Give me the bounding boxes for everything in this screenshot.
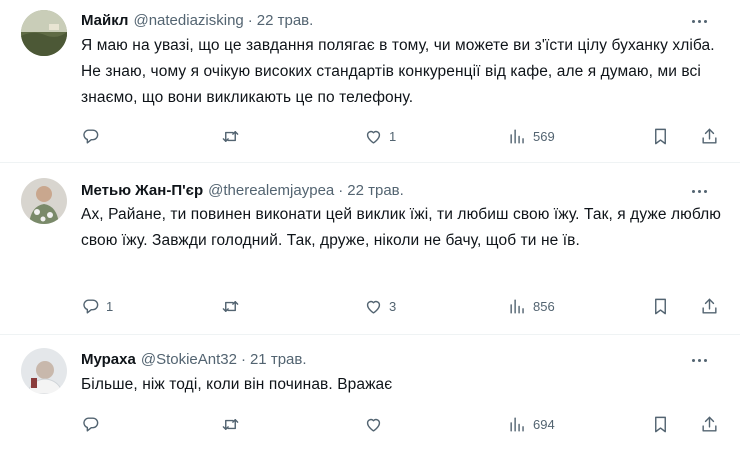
bookmark-icon <box>655 128 666 144</box>
reply-count: 1 <box>106 298 114 314</box>
view-count: 569 <box>533 128 555 144</box>
timestamp[interactable]: 21 трав. <box>250 350 307 370</box>
share-button[interactable] <box>700 295 719 317</box>
heart-icon <box>366 300 381 314</box>
tweet[interactable]: Майкл @natediazisking · 22 трав. Я маю н… <box>0 0 740 163</box>
avatar[interactable] <box>21 10 67 56</box>
like-count: 3 <box>389 298 397 314</box>
tweet-actions: 1 569 <box>81 125 721 147</box>
views-icon <box>510 298 524 314</box>
like-button[interactable]: 3 <box>364 295 396 317</box>
like-button[interactable] <box>364 413 389 435</box>
retweet-icon <box>222 300 239 312</box>
share-icon <box>702 128 717 144</box>
retweet-icon <box>222 130 239 142</box>
retweet-icon <box>222 418 239 430</box>
reply-icon <box>83 128 99 144</box>
like-count: 1 <box>389 128 397 144</box>
avatar[interactable] <box>21 178 67 224</box>
separator-dot: · <box>240 351 246 368</box>
bookmark-icon <box>655 416 666 432</box>
tweet-text: Ах, Райане, ти повинен виконати цей викл… <box>81 206 721 249</box>
reply-button[interactable] <box>81 125 106 147</box>
author-name[interactable]: Мураха <box>81 350 136 370</box>
tweet-text: Більше, ніж тоді, коли він починав. Враж… <box>81 376 393 393</box>
timestamp[interactable]: 22 трав. <box>257 11 314 31</box>
separator-dot: · <box>247 12 253 29</box>
more-icon[interactable] <box>688 181 710 201</box>
more-icon[interactable] <box>688 11 710 31</box>
reply-button[interactable] <box>81 413 106 435</box>
bookmark-button[interactable] <box>651 413 670 435</box>
view-count: 694 <box>533 416 555 432</box>
retweet-button[interactable] <box>221 295 246 317</box>
heart-icon <box>366 418 381 432</box>
views-button[interactable]: 694 <box>508 413 555 435</box>
like-button[interactable]: 1 <box>364 125 396 147</box>
share-button[interactable] <box>700 413 719 435</box>
share-icon <box>702 298 717 314</box>
share-button[interactable] <box>700 125 719 147</box>
bookmark-icon <box>655 298 666 314</box>
tweet-text: Я маю на увазі, що це завдання полягає в… <box>81 37 715 106</box>
author-name[interactable]: Майкл <box>81 11 128 31</box>
bookmark-button[interactable] <box>651 295 670 317</box>
author-handle[interactable]: @StokieAnt32 <box>141 350 237 370</box>
heart-icon <box>366 130 381 144</box>
author-handle[interactable]: @therealemjaypea <box>208 181 334 201</box>
bookmark-button[interactable] <box>651 125 670 147</box>
more-icon[interactable] <box>688 350 710 370</box>
tweet-actions: 1 3 856 <box>81 295 721 317</box>
avatar[interactable] <box>21 348 67 394</box>
share-icon <box>702 416 717 432</box>
author-name[interactable]: Метью Жан-П'єр <box>81 181 203 201</box>
views-icon <box>510 416 524 432</box>
tweet-actions: 694 <box>81 413 721 435</box>
views-icon <box>510 128 524 144</box>
tweet[interactable]: Мураха @StokieAnt32 · 21 трав. Більше, н… <box>0 336 740 449</box>
retweet-button[interactable] <box>221 413 246 435</box>
reply-icon <box>83 298 99 314</box>
view-count: 856 <box>533 298 555 314</box>
author-handle[interactable]: @natediazisking <box>133 11 243 31</box>
timestamp[interactable]: 22 трав. <box>347 181 404 201</box>
reply-icon <box>83 416 99 432</box>
separator-dot: · <box>338 182 344 199</box>
retweet-button[interactable] <box>221 125 246 147</box>
views-button[interactable]: 856 <box>508 295 555 317</box>
reply-button[interactable]: 1 <box>81 295 113 317</box>
tweet[interactable]: Метью Жан-П'єр @therealemjaypea · 22 тра… <box>0 164 740 335</box>
views-button[interactable]: 569 <box>508 125 555 147</box>
